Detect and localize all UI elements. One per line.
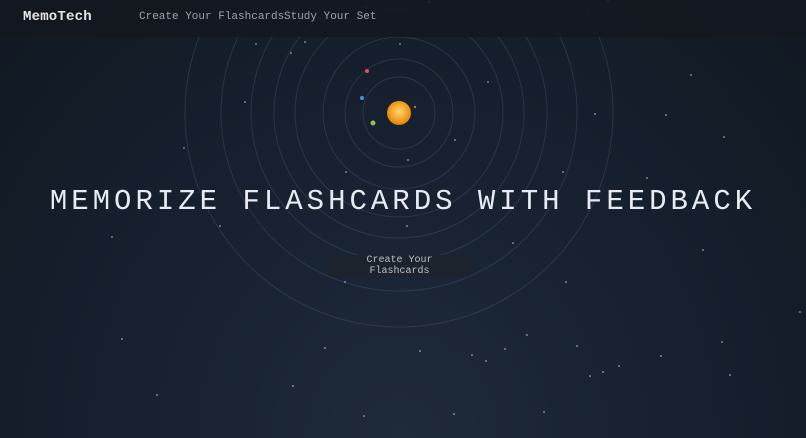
star-icon	[665, 114, 667, 116]
nav-study-set-link[interactable]: Study Your Set	[284, 11, 376, 23]
star-icon	[487, 81, 489, 83]
create-flashcards-button[interactable]: Create Your Flashcards	[329, 255, 470, 277]
planet-red-icon	[365, 69, 369, 73]
star-icon	[723, 136, 725, 138]
star-icon	[602, 371, 604, 373]
star-icon	[471, 354, 473, 356]
star-icon	[255, 43, 257, 45]
star-icon	[345, 171, 347, 173]
star-icon	[406, 225, 408, 227]
star-icon	[244, 101, 246, 103]
star-icon	[576, 345, 578, 347]
star-icon	[543, 411, 545, 413]
star-icon	[485, 360, 487, 362]
star-icon	[399, 43, 401, 45]
star-icon	[111, 236, 113, 238]
star-icon	[589, 375, 591, 377]
planet-small-icon	[413, 105, 417, 109]
star-icon	[290, 52, 292, 54]
star-icon	[324, 347, 326, 349]
star-icon	[292, 385, 294, 387]
star-icon	[702, 249, 704, 251]
top-navbar: MemoTech Create Your Flashcards Study Yo…	[0, 0, 806, 37]
star-icon	[183, 147, 185, 149]
star-icon	[660, 355, 662, 357]
star-icon	[799, 311, 801, 313]
star-icon	[156, 394, 158, 396]
planet-blue-icon	[360, 96, 364, 100]
star-icon	[453, 413, 455, 415]
orbit-ring	[184, 0, 614, 328]
star-icon	[512, 242, 514, 244]
star-icon	[526, 334, 528, 336]
star-icon	[646, 177, 648, 179]
nav-create-flashcards-link[interactable]: Create Your Flashcards	[139, 11, 284, 23]
brand-logo[interactable]: MemoTech	[23, 9, 92, 25]
planet-green-icon	[370, 120, 376, 126]
star-icon	[363, 415, 365, 417]
star-icon	[729, 374, 731, 376]
star-icon	[344, 281, 346, 283]
star-icon	[618, 365, 620, 367]
star-icon	[121, 338, 123, 340]
orbit-ring	[220, 0, 578, 292]
solar-system-background	[111, 0, 801, 417]
star-icon	[419, 350, 421, 352]
orbit-ring	[250, 0, 548, 262]
hero-title: MEMORIZE FLASHCARDS WITH FEEDBACK	[49, 185, 757, 218]
star-icon	[565, 281, 567, 283]
star-icon	[219, 225, 221, 227]
star-icon	[454, 139, 456, 141]
star-icon	[721, 341, 723, 343]
star-icon	[562, 171, 564, 173]
star-icon	[594, 113, 596, 115]
star-icon	[504, 348, 506, 350]
sun-icon	[387, 101, 411, 125]
star-icon	[304, 41, 306, 43]
star-icon	[690, 74, 692, 76]
star-icon	[407, 159, 409, 161]
